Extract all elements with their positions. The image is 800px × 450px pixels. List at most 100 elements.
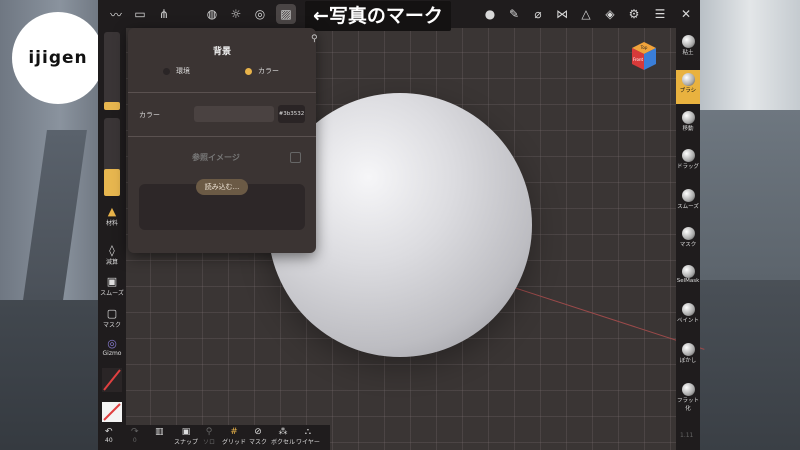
mask-label: マスク: [102, 322, 121, 329]
bottom-item-grid[interactable]: # グリッド: [222, 427, 246, 446]
radio-dot: [163, 67, 170, 75]
tool-clay[interactable]: 粘土: [676, 32, 700, 66]
smooth-icon: [681, 189, 695, 202]
right-wall-frame: [700, 110, 800, 280]
sliders-icon[interactable]: ☰: [650, 4, 670, 24]
intensity-slider[interactable]: [104, 118, 120, 196]
bottom-item-solo[interactable]: ⚲ ソロ: [203, 427, 215, 446]
bottom-item-label: ワイヤー: [296, 439, 320, 446]
bottom-item-label: ソロ: [203, 439, 216, 446]
drop-icon: ◊: [109, 244, 115, 257]
gizmo-label: Gizmo: [102, 350, 122, 357]
flatten-icon: [681, 383, 695, 396]
color-swatch[interactable]: [194, 106, 274, 122]
grid-icon: #: [230, 427, 238, 437]
subtract-label: 減算: [105, 259, 118, 266]
stack-icon[interactable]: ◈: [600, 4, 620, 24]
tools-icon[interactable]: ✕: [676, 4, 696, 24]
brush-stroke-icon[interactable]: 〰: [106, 4, 126, 24]
blur-icon: [681, 343, 695, 356]
bottom-item-snap[interactable]: ▣ スナップ: [174, 427, 198, 446]
tool-label: ぼかし: [679, 358, 697, 364]
undo-count: 40: [105, 437, 113, 444]
radio-environment[interactable]: 環境: [163, 66, 190, 76]
cube-top-label: Top: [640, 45, 648, 50]
ijigen-logo: ijigen: [12, 12, 104, 104]
annotation-label: ←写真のマーク: [305, 1, 451, 31]
layer-icon: ▥: [155, 427, 164, 437]
logo-text: ijigen: [28, 48, 88, 68]
reference-image-checkbox[interactable]: [290, 152, 301, 163]
cube-front-label: Front: [633, 57, 644, 62]
folder-icon[interactable]: ▭: [130, 4, 150, 24]
mask-icon: [681, 227, 695, 240]
undo-button[interactable]: ↶ 40: [105, 427, 113, 444]
warning-triangle-icon: ▲: [107, 205, 117, 218]
drag-icon: [681, 149, 695, 162]
tool-drag[interactable]: ドラッグ: [676, 146, 700, 180]
mask-tool[interactable]: ▢ マスク: [98, 307, 126, 330]
layers-icon[interactable]: ◎: [250, 4, 270, 24]
redo-count: 0: [132, 437, 137, 444]
sun-icon[interactable]: ☼: [226, 4, 246, 24]
radio-color[interactable]: カラー: [245, 66, 279, 76]
tool-mask[interactable]: マスク: [676, 224, 700, 258]
tool-smooth[interactable]: スムーズ: [676, 186, 700, 220]
clay-icon: [681, 35, 695, 48]
wire-icon: ⛬: [304, 427, 312, 437]
matcap-sphere-icon[interactable]: ●: [480, 4, 500, 24]
dropper-icon[interactable]: ⌀: [528, 4, 548, 24]
bottom-item-label: スナップ: [174, 439, 199, 446]
subtract-tool[interactable]: ◊ 減算: [98, 244, 126, 267]
radius-slider[interactable]: [104, 32, 120, 110]
radio-env-label: 環境: [176, 67, 190, 75]
bottom-item-label: グリッド: [222, 439, 247, 446]
gizmo-icon: ◎: [107, 337, 117, 350]
mask-icon: ▢: [106, 307, 118, 320]
color-hex-field[interactable]: #3b3532: [278, 105, 305, 123]
redo-icon: ↷: [131, 427, 139, 437]
radius-fill: [104, 102, 120, 110]
tool-label: ブラシ: [679, 88, 697, 94]
tool-label: スムーズ: [677, 204, 699, 210]
tool-selmask[interactable]: SelMask: [676, 262, 700, 296]
load-button[interactable]: 読み込む...: [196, 179, 248, 195]
color-swatch-none[interactable]: [102, 402, 122, 422]
material-tool[interactable]: ▲ 材料: [98, 205, 126, 228]
redo-button[interactable]: ↷ 0: [131, 427, 139, 444]
globe-icon[interactable]: ◍: [202, 4, 222, 24]
tool-move[interactable]: 移動: [676, 108, 700, 142]
frame-counter: 1.11: [680, 432, 694, 439]
smooth-tool[interactable]: ▣ スムーズ: [98, 275, 126, 298]
view-cube[interactable]: Top Front: [628, 40, 660, 72]
wireframe-icon[interactable]: △: [576, 4, 596, 24]
mirror-icon[interactable]: ⋈: [552, 4, 572, 24]
pen-icon[interactable]: ✎: [504, 4, 524, 24]
right-floor: [700, 280, 800, 450]
tool-flatten[interactable]: フラット化: [676, 380, 700, 414]
divider: [128, 92, 316, 93]
tool-label: 移動: [682, 126, 694, 132]
tool-label: 粘土: [682, 50, 694, 56]
gizmo-tool[interactable]: ◎ Gizmo: [98, 337, 126, 358]
voxel-icon: ⁂: [278, 427, 288, 437]
settings-icon[interactable]: ⚙: [624, 4, 644, 24]
photo-icon[interactable]: ▨: [276, 4, 296, 24]
panel-title: 背景: [212, 47, 231, 57]
bottom-item-voxel[interactable]: ⁂ ボクセル: [271, 427, 295, 446]
bottom-item-0[interactable]: ▥: [155, 427, 164, 437]
eye-slash-icon: ⊘: [254, 427, 262, 437]
tool-blur[interactable]: ぼかし: [676, 340, 700, 374]
tool-brush[interactable]: ブラシ: [676, 70, 700, 104]
color-label: カラー: [139, 111, 160, 119]
undo-icon: ↶: [105, 427, 113, 437]
material-label: 材料: [105, 220, 118, 227]
bottom-item-mask[interactable]: ⊘ マスク: [249, 427, 267, 446]
bottom-item-wire[interactable]: ⛬ ワイヤー: [296, 427, 320, 446]
tool-paint[interactable]: ペイント: [676, 300, 700, 334]
share-nodes-icon[interactable]: ⋔: [154, 4, 174, 24]
smooth-icon: ▣: [106, 275, 118, 288]
divider: [128, 136, 316, 137]
pin-icon[interactable]: ⚲: [311, 34, 318, 44]
line-tool[interactable]: [102, 368, 122, 392]
